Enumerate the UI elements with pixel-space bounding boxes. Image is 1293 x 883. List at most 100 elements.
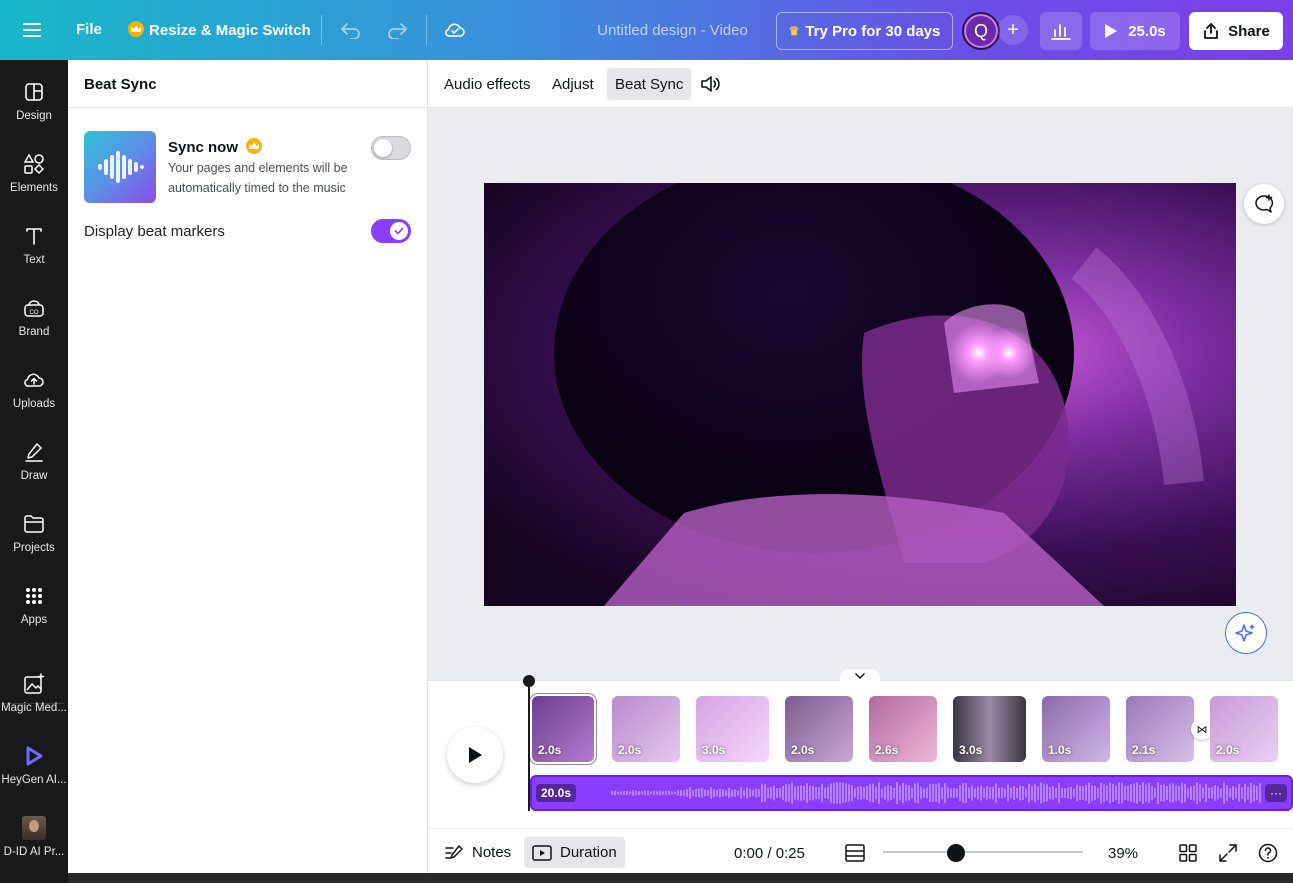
cloud-saved-icon[interactable] bbox=[443, 18, 467, 42]
audio-more-button[interactable]: ··· bbox=[1265, 784, 1287, 802]
redo-icon[interactable] bbox=[385, 18, 409, 42]
tab-beat-sync[interactable]: Beat Sync bbox=[607, 68, 692, 100]
timeline-clip[interactable]: 2.1s bbox=[1126, 696, 1194, 762]
rail-label: D-ID AI Pr... bbox=[3, 846, 65, 858]
rail-item-did[interactable]: D-ID AI Pr... bbox=[0, 810, 68, 874]
undo-icon[interactable] bbox=[339, 18, 363, 42]
rail-label: Text bbox=[23, 254, 45, 266]
rail-item-magic-media[interactable]: Magic Med... bbox=[0, 666, 68, 730]
share-button[interactable]: Share bbox=[1189, 12, 1283, 50]
zoom-percentage[interactable]: 39% bbox=[1108, 845, 1138, 862]
text-icon bbox=[22, 224, 46, 248]
playback-time: 0:00 / 0:25 bbox=[734, 845, 805, 862]
tab-audio-effects[interactable]: Audio effects bbox=[436, 68, 538, 100]
crown-icon bbox=[246, 138, 263, 154]
rail-label: Brand bbox=[18, 326, 50, 338]
sync-now-title: Sync now bbox=[168, 138, 267, 156]
timeline-clip[interactable]: 2.0s bbox=[1210, 696, 1278, 762]
zoom-slider-track[interactable] bbox=[883, 851, 1083, 853]
timeline-clip[interactable]: 3.0s bbox=[696, 696, 769, 762]
collapse-timeline-button[interactable] bbox=[840, 669, 880, 683]
rail-item-brand[interactable]: CO Brand bbox=[0, 290, 68, 354]
page-layout-icon[interactable] bbox=[844, 842, 866, 864]
beat-sync-panel: Beat Sync Sync now Your pages and elemen… bbox=[68, 60, 428, 873]
clip-duration: 3.0s bbox=[702, 743, 726, 757]
timeline-clip[interactable]: 2.6s bbox=[869, 696, 937, 762]
check-icon bbox=[390, 222, 408, 240]
hamburger-menu-icon[interactable] bbox=[18, 16, 46, 44]
present-duration: 25.0s bbox=[1128, 22, 1166, 40]
rail-item-apps[interactable]: Apps bbox=[0, 578, 68, 642]
beat-markers-toggle[interactable] bbox=[371, 219, 411, 243]
timeline-clip[interactable]: 2.0s bbox=[532, 696, 594, 762]
resize-magic-switch-button[interactable]: Resize & Magic Switch bbox=[128, 21, 311, 39]
avatar[interactable]: Q bbox=[962, 12, 1000, 50]
clip-duration: 2.0s bbox=[791, 743, 815, 757]
present-button[interactable]: 25.0s bbox=[1090, 12, 1180, 50]
clip-duration: 2.0s bbox=[618, 743, 642, 757]
rail-label: Uploads bbox=[12, 398, 56, 410]
clip-duration: 2.0s bbox=[1216, 743, 1240, 757]
sparkle-icon bbox=[1235, 624, 1255, 642]
timeline: 2.0s 2.0s 3.0s 2.0s 2.6s 3.0s 1.0s 2.1s … bbox=[428, 669, 1293, 828]
playhead-handle[interactable] bbox=[523, 675, 535, 687]
video-duration-icon bbox=[532, 844, 552, 861]
rail-item-text[interactable]: Text bbox=[0, 218, 68, 282]
insights-button[interactable] bbox=[1040, 12, 1082, 50]
add-comment-button[interactable] bbox=[1244, 184, 1284, 224]
heygen-icon bbox=[22, 744, 46, 768]
try-pro-label: Try Pro for 30 days bbox=[805, 22, 941, 40]
notes-button[interactable]: Notes bbox=[436, 837, 519, 868]
sync-now-label: Sync now bbox=[168, 139, 239, 156]
bottom-bar: Notes Duration 0:00 / 0:25 39% bbox=[428, 828, 1293, 873]
help-icon[interactable] bbox=[1257, 842, 1279, 864]
grid-view-icon[interactable] bbox=[1177, 842, 1199, 864]
audio-track[interactable]: 20.0s ··· bbox=[530, 775, 1293, 811]
timeline-clip[interactable]: 2.0s bbox=[612, 696, 680, 762]
video-frame-image bbox=[554, 183, 1204, 606]
file-menu[interactable]: File bbox=[76, 21, 102, 38]
zoom-slider-handle[interactable] bbox=[947, 844, 965, 862]
play-icon bbox=[1105, 24, 1118, 38]
clip-duration: 1.0s bbox=[1048, 743, 1072, 757]
duration-button[interactable]: Duration bbox=[524, 837, 625, 868]
play-button[interactable] bbox=[447, 727, 503, 783]
video-canvas[interactable] bbox=[484, 183, 1236, 606]
sync-now-toggle[interactable] bbox=[371, 136, 411, 160]
magic-sparkle-button[interactable] bbox=[1225, 612, 1267, 654]
share-icon bbox=[1204, 23, 1219, 39]
rail-item-elements[interactable]: Elements bbox=[0, 146, 68, 210]
rail-item-heygen[interactable]: HeyGen AI... bbox=[0, 738, 68, 802]
rail-label: Projects bbox=[13, 542, 55, 554]
design-title[interactable]: Untitled design - Video bbox=[560, 22, 785, 39]
duration-label: Duration bbox=[560, 844, 617, 861]
rail-item-uploads[interactable]: Uploads bbox=[0, 362, 68, 426]
timeline-clip[interactable]: 3.0s bbox=[953, 696, 1026, 762]
clip-duration: 2.6s bbox=[875, 743, 899, 757]
rail-label: Magic Med... bbox=[1, 702, 67, 714]
timeline-clip[interactable]: 2.0s bbox=[785, 696, 853, 762]
apps-icon bbox=[22, 584, 46, 608]
uploads-icon bbox=[22, 368, 46, 392]
rail-item-design[interactable]: Design bbox=[0, 74, 68, 138]
playhead[interactable] bbox=[528, 681, 530, 811]
resize-magic-switch-label: Resize & Magic Switch bbox=[149, 22, 311, 39]
notes-icon bbox=[445, 844, 463, 859]
svg-text:CO: CO bbox=[30, 310, 39, 316]
rail-item-draw[interactable]: Draw bbox=[0, 434, 68, 498]
clip-duration: 2.0s bbox=[538, 743, 562, 757]
context-toolbar: Audio effects Adjust Beat Sync bbox=[428, 60, 1293, 108]
divider bbox=[426, 15, 427, 45]
rail-label: Draw bbox=[20, 470, 48, 482]
brand-icon: CO bbox=[22, 296, 46, 320]
volume-icon[interactable] bbox=[692, 68, 728, 100]
fullscreen-icon[interactable] bbox=[1217, 842, 1239, 864]
add-collaborator-button[interactable]: + bbox=[998, 15, 1028, 45]
rail-label: Elements bbox=[10, 182, 58, 194]
rail-item-projects[interactable]: Projects bbox=[0, 506, 68, 570]
tab-adjust[interactable]: Adjust bbox=[544, 68, 602, 100]
try-pro-button[interactable]: ♛ Try Pro for 30 days bbox=[776, 12, 953, 50]
waveform-icon bbox=[611, 782, 1261, 804]
timeline-clip[interactable]: 1.0s bbox=[1042, 696, 1110, 762]
crown-icon: ♛ bbox=[788, 24, 800, 38]
